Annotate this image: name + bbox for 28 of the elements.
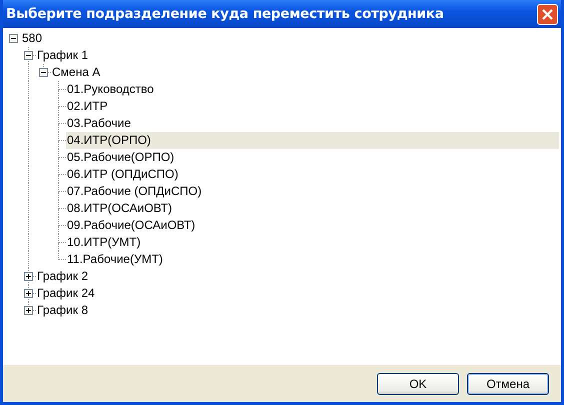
collapse-icon[interactable]	[9, 34, 18, 43]
tree-item[interactable]: 580	[21, 30, 559, 47]
close-icon	[541, 8, 554, 20]
tree-item[interactable]: 10.ИТР(УМТ)	[66, 234, 559, 251]
tree-item[interactable]: 08.ИТР(ОСАиОВТ)	[66, 200, 559, 217]
tree-item[interactable]: 02.ИТР	[66, 98, 559, 115]
tree-item[interactable]: 05.Рабочие(ОРПО)	[66, 149, 559, 166]
cancel-button[interactable]: Отмена	[467, 372, 549, 394]
tree-item[interactable]: 01.Руководство	[66, 81, 559, 98]
tree-item[interactable]: График 8	[36, 302, 559, 319]
ok-button[interactable]: OK	[377, 372, 459, 394]
tree-item[interactable]: 04.ИТР(ОРПО)	[66, 132, 559, 149]
tree-item[interactable]: График 24	[36, 285, 559, 302]
tree-item[interactable]: График 1	[36, 47, 559, 64]
tree-item[interactable]: 07.Рабочие (ОПДиСПО)	[66, 183, 559, 200]
tree-item[interactable]: 11.Рабочие(УМТ)	[66, 251, 559, 268]
tree-item[interactable]: 09.Рабочие(ОСАиОВТ)	[66, 217, 559, 234]
collapse-icon[interactable]	[39, 68, 48, 77]
expand-icon[interactable]	[24, 272, 33, 281]
tree-item[interactable]: График 2	[36, 268, 559, 285]
window-title: Выберите подразделение куда переместить сотрудника	[6, 6, 444, 22]
collapse-icon[interactable]	[24, 51, 33, 60]
tree-item[interactable]: 03.Рабочие	[66, 115, 559, 132]
expand-icon[interactable]	[24, 289, 33, 298]
tree-item[interactable]: Смена А	[51, 64, 559, 81]
close-button[interactable]	[537, 4, 558, 24]
tree-item[interactable]: 06.ИТР (ОПДиСПО)	[66, 166, 559, 183]
expand-icon[interactable]	[24, 306, 33, 315]
